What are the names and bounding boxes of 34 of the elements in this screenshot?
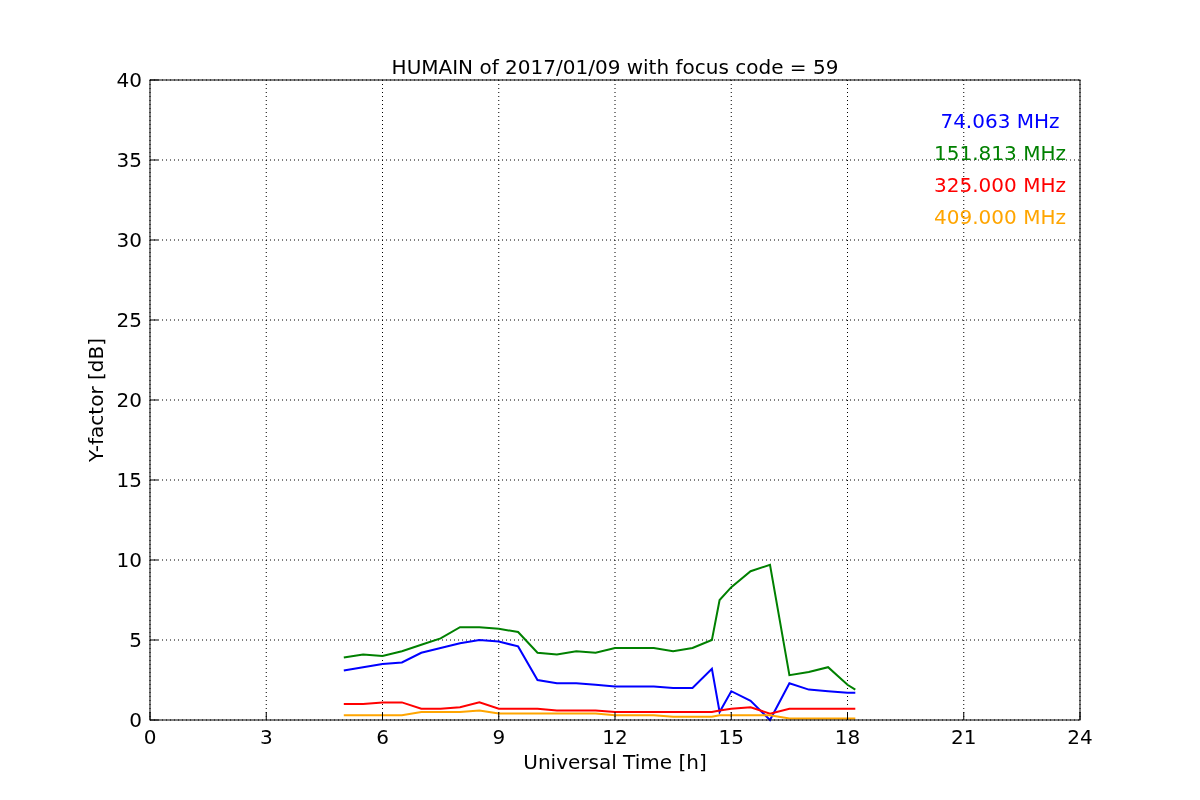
- tick-label: 21: [951, 725, 977, 749]
- tick-label: 40: [116, 68, 142, 92]
- tick-label: 18: [834, 725, 861, 749]
- legend-label: 151.813 MHz: [934, 141, 1066, 165]
- tick-label: 24: [1067, 725, 1093, 749]
- tick-mark: [847, 711, 848, 721]
- tick-mark: [1079, 711, 1081, 721]
- legend-label: 74.063 MHz: [940, 109, 1060, 133]
- legend-label: 409.000 MHz: [934, 205, 1066, 229]
- tick-label: 5: [129, 628, 142, 652]
- tick-label: 25: [116, 308, 142, 332]
- tick-label: 10: [116, 548, 142, 572]
- tick-label: 12: [602, 725, 628, 749]
- tick-mark: [149, 79, 159, 81]
- tick-label: 0: [129, 708, 142, 732]
- tick-label: 9: [492, 725, 506, 749]
- tick-label: 15: [718, 725, 744, 749]
- tick-label: 15: [116, 468, 142, 492]
- tick-mark: [963, 711, 965, 721]
- axis-label: Y-factor [dB]: [84, 338, 108, 462]
- tick-label: 0: [143, 725, 157, 749]
- tick-label: 3: [259, 725, 273, 749]
- axis-label: Universal Time [h]: [523, 750, 707, 774]
- chart-title: HUMAIN of 2017/01/09 with focus code = 59: [391, 55, 839, 79]
- tick-label: 30: [116, 228, 142, 252]
- tick-mark: [730, 711, 732, 721]
- tick-mark: [265, 711, 267, 721]
- legend-label: 325.000 MHz: [934, 173, 1066, 197]
- tick-label: 35: [116, 148, 142, 172]
- tick-mark: [498, 711, 500, 721]
- tick-label: 20: [116, 388, 142, 412]
- tick-label: 6: [376, 725, 389, 749]
- tick-mark: [614, 711, 616, 721]
- tick-mark: [382, 711, 383, 721]
